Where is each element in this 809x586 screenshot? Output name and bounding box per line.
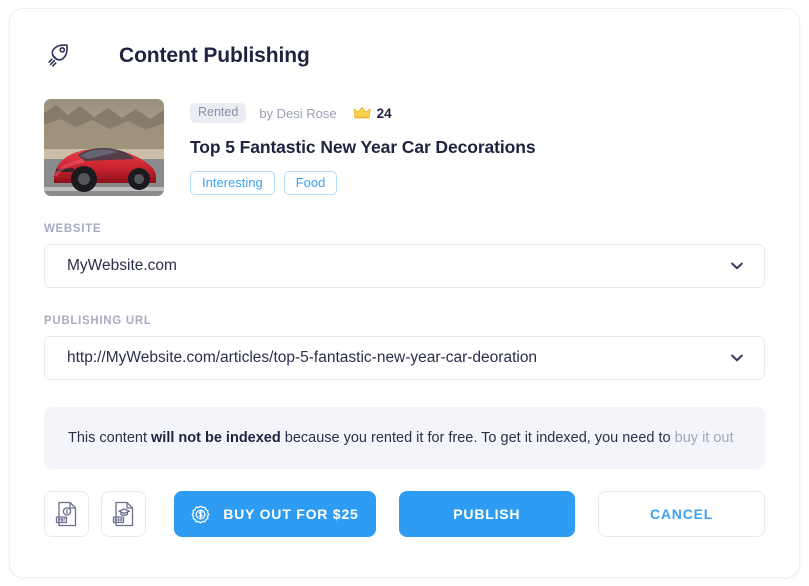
- publishing-url-value: http://MyWebsite.com/articles/top-5-fant…: [67, 349, 538, 366]
- chevron-down-icon: [731, 262, 743, 270]
- crown-count: 24: [376, 105, 392, 121]
- buy-out-label: BUY OUT FOR $25: [223, 506, 359, 522]
- content-summary: Rented by Desi Rose 24 Top 5 Fantastic N…: [10, 81, 799, 196]
- notice-middle: because you rented it for free. To get i…: [280, 429, 675, 446]
- chevron-down-icon: [731, 354, 743, 362]
- website-label: WEBSITE: [44, 223, 102, 235]
- download-doc-button[interactable]: [101, 491, 147, 537]
- website-field: WEBSITE MyWebsite.com: [44, 223, 765, 288]
- crown-rating: 24: [353, 106, 392, 121]
- doc-file-icon: [112, 501, 133, 527]
- content-meta: Rented by Desi Rose 24 Top 5 Fantastic N…: [190, 99, 536, 196]
- publish-label: PUBLISH: [453, 506, 521, 522]
- cancel-label: CANCEL: [649, 506, 714, 522]
- website-value: MyWebsite.com: [67, 257, 177, 274]
- notice-prefix: This content: [68, 429, 152, 446]
- publish-button[interactable]: PUBLISH: [398, 491, 576, 537]
- publishing-url-label: PUBLISHING URL: [44, 315, 152, 327]
- dialog-footer: BUY OUT FOR $25 PUBLISH CANCEL: [10, 469, 799, 537]
- page-title: Content Publishing: [119, 44, 310, 67]
- download-pdf-button[interactable]: [44, 491, 90, 537]
- rocket-icon: [44, 41, 74, 71]
- website-select[interactable]: MyWebsite.com: [44, 244, 765, 288]
- publishing-url-select[interactable]: http://MyWebsite.com/articles/top-5-fant…: [44, 336, 765, 380]
- publishing-form: WEBSITE MyWebsite.com PUBLISHING URL htt…: [10, 223, 799, 380]
- publishing-url-field: PUBLISHING URL http://MyWebsite.com/arti…: [44, 315, 765, 380]
- status-badge: Rented: [190, 103, 247, 123]
- dollar-seal-icon: [191, 505, 210, 523]
- buy-out-button[interactable]: BUY OUT FOR $25: [174, 491, 376, 537]
- content-publishing-dialog: Content Publishing Rented by Desi Rose 2…: [9, 8, 800, 578]
- author-byline: by Desi Rose: [259, 105, 337, 121]
- content-meta-line: Rented by Desi Rose 24: [190, 103, 535, 123]
- buy-it-out-link[interactable]: buy it out: [675, 430, 734, 446]
- pdf-file-icon: [55, 501, 76, 527]
- dialog-header: Content Publishing: [10, 9, 799, 81]
- indexing-notice-text: This content will not be indexed because…: [68, 429, 734, 448]
- content-title: Top 5 Fantastic New Year Car Decorations: [190, 137, 536, 157]
- tag-food[interactable]: Food: [283, 171, 338, 195]
- cancel-button[interactable]: CANCEL: [598, 491, 765, 537]
- tag-interesting[interactable]: Interesting: [190, 171, 275, 195]
- tag-list: Interesting Food: [190, 171, 535, 195]
- crown-icon: [353, 107, 371, 119]
- content-thumbnail: [44, 99, 164, 196]
- indexing-notice: This content will not be indexed because…: [44, 407, 765, 469]
- notice-bold: will not be indexed: [151, 429, 281, 446]
